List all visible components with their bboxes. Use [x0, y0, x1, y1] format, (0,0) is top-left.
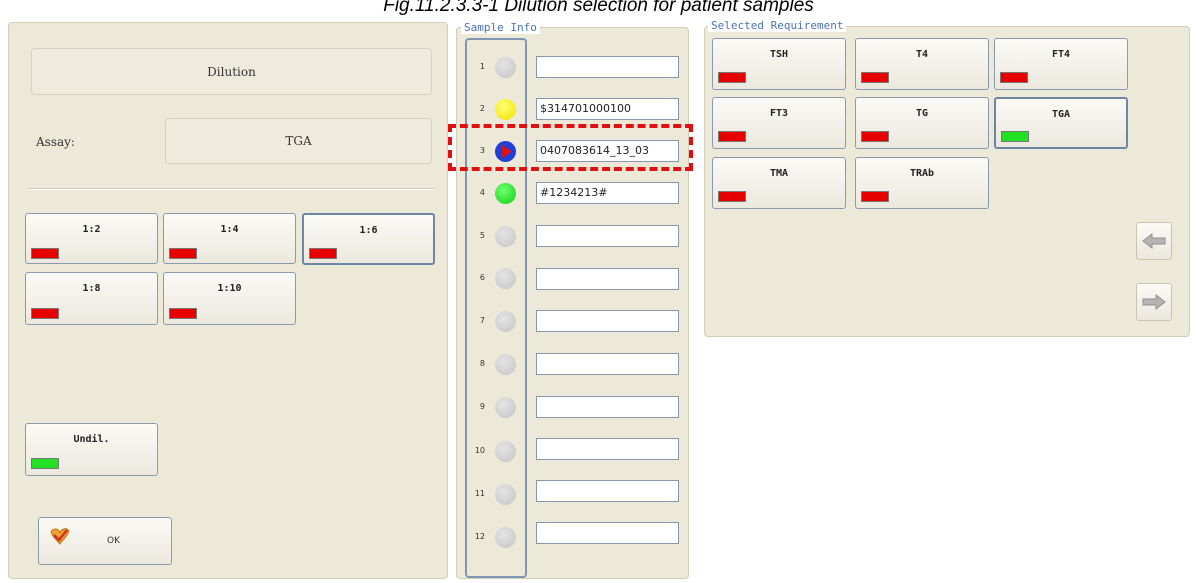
sample-id-field[interactable] — [536, 522, 679, 544]
dilution-button-1-4[interactable]: 1:4 — [163, 213, 296, 264]
arrow-left-icon — [1142, 233, 1166, 249]
sample-info-legend: Sample Info — [461, 21, 540, 34]
sample-id-field[interactable]: $314701000100 — [536, 98, 679, 120]
sample-dot[interactable] — [495, 183, 516, 204]
sample-id-field[interactable] — [536, 310, 679, 332]
status-indicator — [169, 248, 197, 259]
dilution-label: 1:6 — [359, 225, 378, 236]
requirement-button-ft4[interactable]: FT4 — [994, 38, 1128, 90]
slot-number: 8 — [479, 359, 485, 368]
sample-dot[interactable] — [495, 311, 516, 332]
sample-id-field[interactable] — [536, 268, 679, 290]
move-left-button[interactable] — [1136, 222, 1172, 260]
slot-number: 5 — [479, 231, 485, 240]
arrow-right-icon — [1142, 294, 1166, 310]
status-indicator — [861, 131, 889, 142]
requirement-label: FT3 — [769, 108, 789, 119]
assay-label: Assay: — [36, 135, 75, 149]
dilution-button-1-6[interactable]: 1:6 — [302, 213, 435, 265]
status-indicator — [31, 308, 59, 319]
move-right-button[interactable] — [1136, 283, 1172, 321]
requirement-label: T4 — [915, 49, 929, 60]
requirement-button-tma[interactable]: TMA — [712, 157, 846, 209]
slot-number: 1 — [479, 62, 485, 71]
requirement-legend: Selected Requirement — [708, 19, 847, 32]
sample-dot[interactable] — [495, 441, 516, 462]
check-icon — [49, 526, 71, 550]
dilution-label: 1:4 — [220, 224, 239, 235]
highlight-frame — [448, 124, 693, 171]
sample-dot[interactable] — [495, 527, 516, 548]
figure-caption: Fig.11.2.3.3-1 Dilution selection for pa… — [383, 0, 814, 16]
slot-number: 6 — [479, 273, 485, 282]
dilution-label: 1:2 — [82, 224, 101, 235]
status-indicator — [718, 131, 746, 142]
requirement-button-tsh[interactable]: TSH — [712, 38, 846, 90]
divider — [28, 188, 434, 190]
sample-dot[interactable] — [495, 484, 516, 505]
slot-number: 4 — [479, 188, 485, 197]
sample-dot[interactable] — [495, 57, 516, 78]
requirement-label: TRAb — [909, 168, 935, 179]
sample-id-field[interactable] — [536, 438, 679, 460]
status-indicator — [169, 308, 197, 319]
dilution-button-1-10[interactable]: 1:10 — [163, 272, 296, 325]
requirement-label: TG — [915, 108, 929, 119]
status-indicator — [718, 72, 746, 83]
sample-dot[interactable] — [495, 226, 516, 247]
ok-button[interactable]: OK — [38, 517, 172, 565]
status-indicator — [1000, 72, 1028, 83]
ok-label: OK — [107, 536, 120, 546]
undiluted-button[interactable]: Undil. — [25, 423, 158, 476]
dilution-label: 1:10 — [217, 283, 242, 294]
dilution-title: Dilution — [31, 48, 432, 95]
status-indicator — [861, 72, 889, 83]
status-indicator — [309, 248, 337, 259]
status-indicator — [861, 191, 889, 202]
slot-number: 9 — [479, 402, 485, 411]
status-indicator — [31, 248, 59, 259]
sample-dot[interactable] — [495, 397, 516, 418]
sample-id-field[interactable] — [536, 480, 679, 502]
sample-id-field[interactable]: #1234213# — [536, 182, 679, 204]
dilution-button-1-2[interactable]: 1:2 — [25, 213, 158, 264]
requirement-button-tg[interactable]: TG — [855, 97, 989, 149]
dilution-label: 1:8 — [82, 283, 101, 294]
sample-id-field[interactable] — [536, 225, 679, 247]
slot-number: 7 — [479, 316, 485, 325]
requirement-label: FT4 — [1051, 49, 1071, 60]
status-indicator — [1001, 131, 1029, 142]
slot-number: 12 — [474, 532, 485, 541]
requirement-button-t4[interactable]: T4 — [855, 38, 989, 90]
status-indicator — [31, 458, 59, 469]
requirement-button-tga[interactable]: TGA — [994, 97, 1128, 149]
dilution-button-1-8[interactable]: 1:8 — [25, 272, 158, 325]
sample-id-field[interactable] — [536, 56, 679, 78]
slot-number: 10 — [474, 446, 485, 455]
slot-number: 11 — [474, 489, 485, 498]
sample-id-field[interactable] — [536, 353, 679, 375]
requirement-button-trab[interactable]: TRAb — [855, 157, 989, 209]
assay-value: TGA — [165, 118, 432, 164]
requirement-label: TMA — [769, 168, 789, 179]
slot-number: 2 — [479, 104, 485, 113]
undiluted-label: Undil. — [73, 434, 110, 445]
requirement-button-ft3[interactable]: FT3 — [712, 97, 846, 149]
sample-dot[interactable] — [495, 354, 516, 375]
requirement-label: TGA — [1051, 109, 1071, 120]
status-indicator — [718, 191, 746, 202]
requirement-label: TSH — [769, 49, 789, 60]
sample-dot[interactable] — [495, 99, 516, 120]
sample-id-field[interactable] — [536, 396, 679, 418]
sample-dot[interactable] — [495, 268, 516, 289]
